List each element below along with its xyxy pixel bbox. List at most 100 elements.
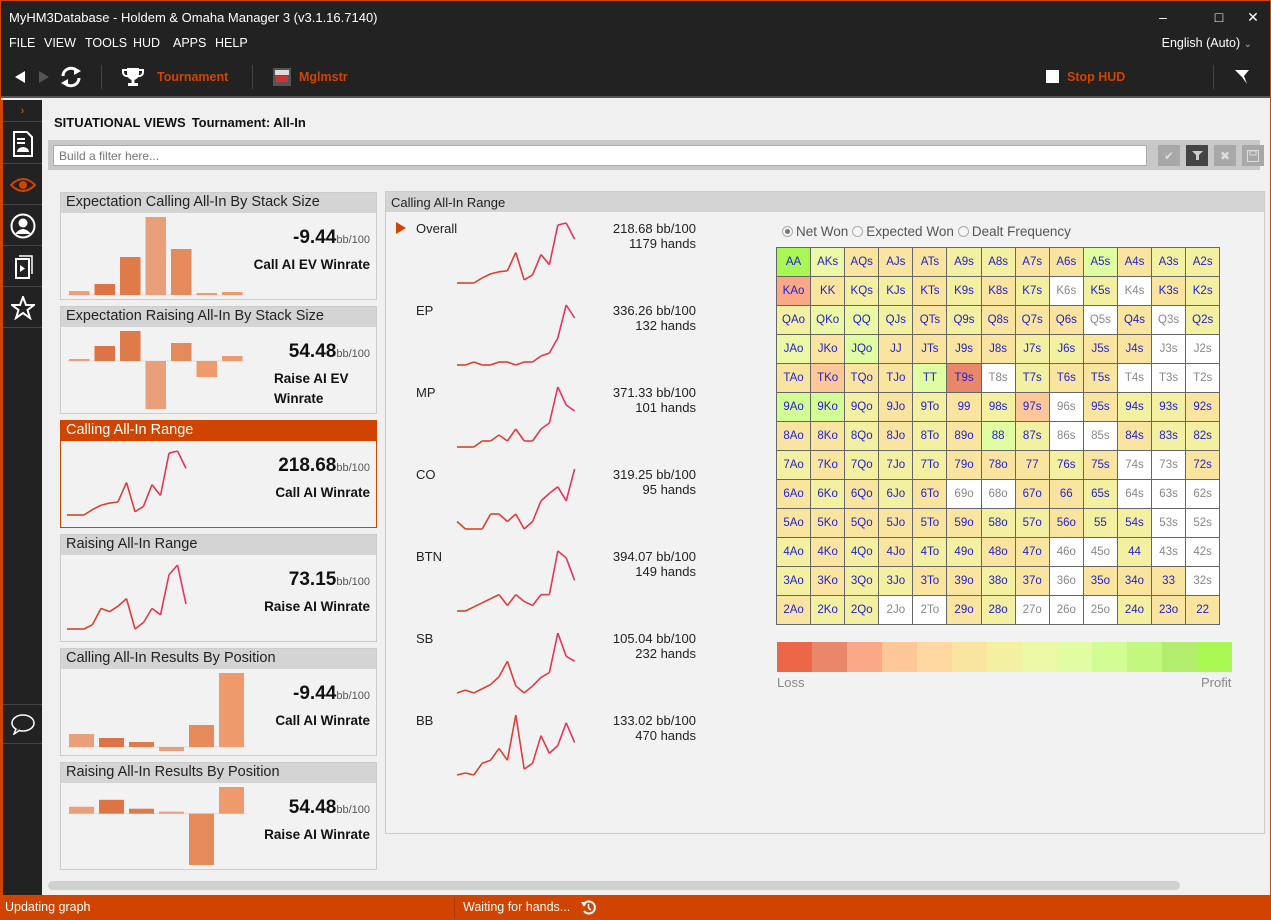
- hand-cell[interactable]: 35o: [1082, 566, 1118, 596]
- hand-cell[interactable]: 2To: [912, 595, 948, 625]
- menu-view[interactable]: VIEW: [44, 36, 76, 50]
- language-select[interactable]: English (Auto) ⌄: [1162, 36, 1252, 50]
- hand-cell[interactable]: T2s: [1185, 363, 1221, 393]
- hand-cell[interactable]: QKo: [810, 305, 846, 335]
- forward-button[interactable]: [37, 55, 51, 98]
- hand-cell[interactable]: A5s: [1082, 247, 1118, 277]
- hand-cell[interactable]: QTs: [912, 305, 948, 335]
- hand-cell[interactable]: 94s: [1116, 392, 1153, 422]
- hand-cell[interactable]: 7Qo: [844, 450, 880, 480]
- hand-cell[interactable]: 29o: [946, 595, 982, 625]
- hand-cell[interactable]: 25o: [1082, 595, 1118, 625]
- hand-cell[interactable]: J5s: [1082, 334, 1118, 364]
- refresh-button[interactable]: [59, 55, 83, 98]
- hand-cell[interactable]: QAo: [775, 305, 812, 335]
- hand-cell[interactable]: 93s: [1151, 392, 1187, 422]
- summary-card[interactable]: Calling All-In Range 218.68bb/100 Call AI …: [60, 420, 377, 528]
- hand-cell[interactable]: 7To: [912, 450, 948, 480]
- hand-cell[interactable]: TJo: [878, 363, 914, 393]
- hand-cell[interactable]: 82s: [1185, 421, 1221, 451]
- position-row[interactable]: MP 371.33 bb/100 101 hands: [386, 385, 716, 467]
- hand-cell[interactable]: K9s: [946, 276, 982, 306]
- hand-cell[interactable]: JAo: [775, 334, 812, 364]
- hand-cell[interactable]: AQs: [844, 247, 880, 277]
- hand-cell[interactable]: K3s: [1151, 276, 1187, 306]
- hand-cell[interactable]: J7s: [1014, 334, 1050, 364]
- hand-cell[interactable]: 87s: [1014, 421, 1050, 451]
- hand-cell[interactable]: Q5s: [1082, 305, 1118, 335]
- hand-cell[interactable]: T4s: [1116, 363, 1153, 393]
- hand-cell[interactable]: T3s: [1151, 363, 1187, 393]
- hand-cell[interactable]: 28o: [980, 595, 1016, 625]
- hand-cell[interactable]: JKo: [810, 334, 846, 364]
- hand-cell[interactable]: T7s: [1014, 363, 1050, 393]
- hand-cell[interactable]: 86s: [1048, 421, 1084, 451]
- hand-cell[interactable]: 4Qo: [844, 537, 880, 567]
- hand-cell[interactable]: KJs: [878, 276, 914, 306]
- hand-cell[interactable]: 88: [980, 421, 1016, 451]
- hand-cell[interactable]: J9s: [946, 334, 982, 364]
- hand-cell[interactable]: 9To: [912, 392, 948, 422]
- hand-cell[interactable]: A6s: [1048, 247, 1084, 277]
- hand-cell[interactable]: K8s: [980, 276, 1016, 306]
- hand-cell[interactable]: 53s: [1151, 508, 1187, 538]
- hand-cell[interactable]: K6s: [1048, 276, 1084, 306]
- hand-cell[interactable]: 48o: [980, 537, 1016, 567]
- hand-cell[interactable]: K5s: [1082, 276, 1118, 306]
- hand-cell[interactable]: 96s: [1048, 392, 1084, 422]
- hand-cell[interactable]: 2Ko: [810, 595, 846, 625]
- hand-cell[interactable]: A2s: [1185, 247, 1221, 277]
- hand-cell[interactable]: 72s: [1185, 450, 1221, 480]
- hand-cell[interactable]: 8To: [912, 421, 948, 451]
- hand-cell[interactable]: 74s: [1116, 450, 1153, 480]
- hand-cell[interactable]: 23o: [1151, 595, 1187, 625]
- hand-cell[interactable]: T5s: [1082, 363, 1118, 393]
- hand-cell[interactable]: 63s: [1151, 479, 1187, 509]
- hand-cell[interactable]: 4To: [912, 537, 948, 567]
- hand-cell[interactable]: 9Qo: [844, 392, 880, 422]
- hand-cell[interactable]: 76s: [1048, 450, 1084, 480]
- hand-cell[interactable]: 99: [946, 392, 982, 422]
- hand-cell[interactable]: T8s: [980, 363, 1016, 393]
- sidebar-expand-button[interactable]: ›: [3, 100, 42, 122]
- hand-cell[interactable]: 3To: [912, 566, 948, 596]
- radio-net-won[interactable]: Net Won: [782, 224, 848, 239]
- menu-tools[interactable]: TOOLS: [85, 36, 127, 50]
- hand-cell[interactable]: 77: [1014, 450, 1050, 480]
- position-row[interactable]: Overall 218.68 bb/100 1179 hands: [386, 221, 716, 303]
- hand-cell[interactable]: J4s: [1116, 334, 1153, 364]
- filter-toggle-button[interactable]: [1235, 55, 1249, 98]
- hand-cell[interactable]: A9s: [946, 247, 982, 277]
- menu-apps[interactable]: APPS: [173, 36, 206, 50]
- hand-cell[interactable]: 4Ko: [810, 537, 846, 567]
- apply-filter-button[interactable]: ✔: [1158, 145, 1180, 166]
- hand-cell[interactable]: 98s: [980, 392, 1016, 422]
- hand-cell[interactable]: 49o: [946, 537, 982, 567]
- sidebar-item-replayer[interactable]: [3, 247, 42, 287]
- hand-cell[interactable]: 97s: [1014, 392, 1050, 422]
- hand-cell[interactable]: 5Jo: [878, 508, 914, 538]
- hand-cell[interactable]: TQo: [844, 363, 880, 393]
- hand-cell[interactable]: 44: [1116, 537, 1153, 567]
- hand-cell[interactable]: 3Jo: [878, 566, 914, 596]
- hand-cell[interactable]: 6Ko: [810, 479, 846, 509]
- hand-cell[interactable]: T6s: [1048, 363, 1084, 393]
- hand-cell[interactable]: A4s: [1116, 247, 1153, 277]
- clear-filter-button[interactable]: ✖: [1214, 145, 1236, 166]
- history-icon[interactable]: [581, 900, 596, 915]
- sidebar-item-reports[interactable]: [3, 124, 42, 164]
- hand-cell[interactable]: 2Jo: [878, 595, 914, 625]
- hand-cell[interactable]: 52s: [1185, 508, 1221, 538]
- hand-cell[interactable]: KQs: [844, 276, 880, 306]
- hand-cell[interactable]: JTs: [912, 334, 948, 364]
- hand-cell[interactable]: 9Ko: [810, 392, 846, 422]
- horizontal-scrollbar[interactable]: [48, 881, 1180, 890]
- summary-card[interactable]: Raising All-In Range 73.15bb/100 Raise AI …: [60, 534, 377, 642]
- position-row[interactable]: CO 319.25 bb/100 95 hands: [386, 467, 716, 549]
- hand-cell[interactable]: 32s: [1185, 566, 1221, 596]
- minimize-button[interactable]: –: [1148, 6, 1178, 28]
- hand-cell[interactable]: J6s: [1048, 334, 1084, 364]
- hand-cell[interactable]: K2s: [1185, 276, 1221, 306]
- hand-cell[interactable]: KK: [810, 276, 846, 306]
- radio-dealt-frequency[interactable]: Dealt Frequency: [957, 224, 1071, 239]
